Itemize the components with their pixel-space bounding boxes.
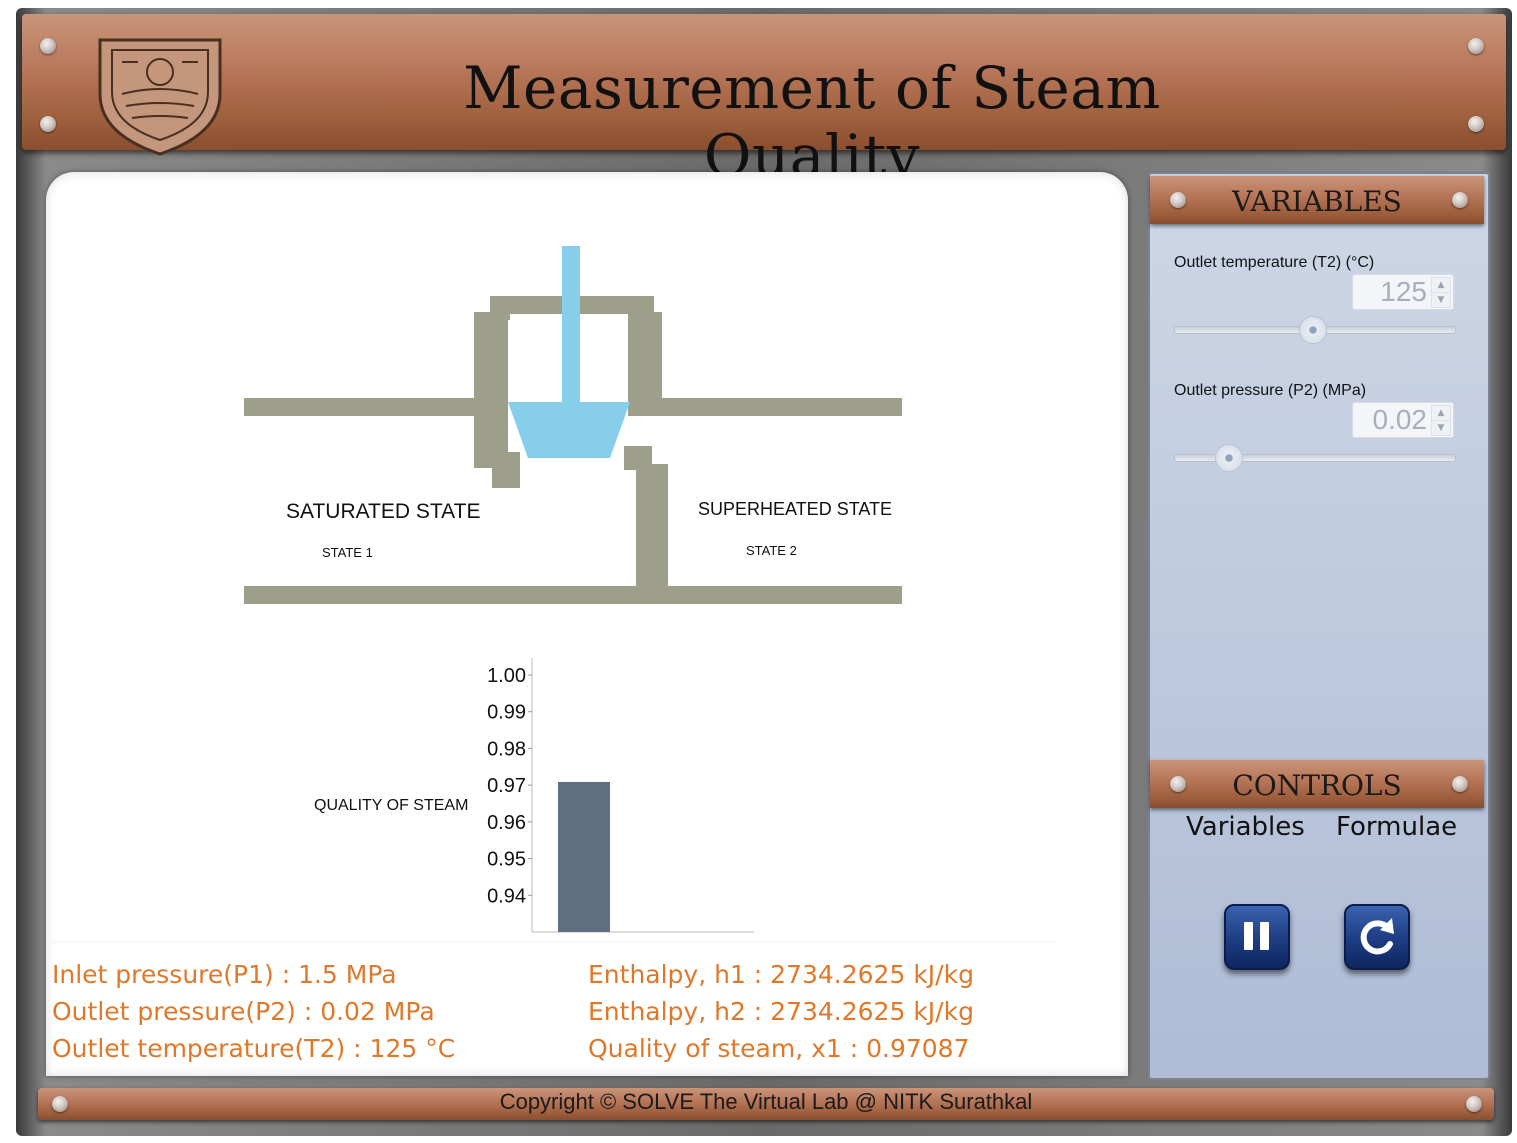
left-state-sub: STATE 1 xyxy=(322,545,373,560)
bolt-icon xyxy=(40,38,56,54)
quality-chart: QUALITY OF STEAM 1.00 0.99 0.98 0.97 0.96 0.9… xyxy=(314,658,754,933)
valve-partition xyxy=(636,464,668,594)
bolt-icon xyxy=(1452,776,1468,792)
chart-tick-label: 0.94 xyxy=(487,885,526,907)
throttling-diagram: SATURATED STATE STATE 1 SUPERHEATED STAT… xyxy=(52,246,1056,943)
controls-title: CONTROLS xyxy=(1232,769,1402,802)
valve-right-wall xyxy=(628,312,662,416)
outlet-pipe-top xyxy=(628,398,902,416)
reset-icon xyxy=(1360,918,1394,955)
header-bar: Measurement of Steam Quality xyxy=(22,14,1506,190)
right-state-title: SUPERHEATED STATE xyxy=(698,499,892,519)
p2-slider[interactable] xyxy=(1174,444,1456,472)
chart-tick-label: 1.00 xyxy=(487,665,526,687)
chart-tick-label: 0.99 xyxy=(487,702,526,724)
copyright-text: Copyright © SOLVE The Virtual Lab @ NITK… xyxy=(499,1089,1033,1114)
enthalpy-h1-readout: Enthalpy, h1 : 2734.2625 kJ/kg xyxy=(588,960,974,989)
right-state-sub: STATE 2 xyxy=(746,543,797,558)
t2-value: 125 xyxy=(1380,276,1427,307)
inlet-pipe-top xyxy=(244,398,508,416)
bolt-icon xyxy=(1170,192,1186,208)
valve-stem xyxy=(562,246,580,406)
tab-variables[interactable]: Variables xyxy=(1186,812,1305,842)
steam-quality-readout: Quality of steam, x1 : 0.97087 xyxy=(588,1034,970,1063)
chart-tick-label: 0.98 xyxy=(487,738,526,760)
valve-left-corner xyxy=(490,296,510,320)
variables-header: VARIABLES xyxy=(1150,176,1484,224)
left-state-title: SATURATED STATE xyxy=(286,500,480,523)
outlet-pressure-readout: Outlet pressure(P2) : 0.02 MPa xyxy=(52,997,435,1026)
bolt-icon xyxy=(1466,1096,1482,1112)
bottom-pipe xyxy=(244,586,902,604)
p2-stepper[interactable]: 0.02 ▲ ▼ xyxy=(1352,402,1454,438)
pause-icon xyxy=(1244,922,1269,950)
chart-bar-quality xyxy=(558,781,610,932)
p2-slider-handle[interactable] xyxy=(1215,444,1244,472)
p2-value: 0.02 xyxy=(1372,404,1428,435)
pause-button[interactable] xyxy=(1224,904,1290,970)
p2-decrement-button[interactable]: ▼ xyxy=(1431,420,1451,436)
bolt-icon xyxy=(40,116,56,132)
valve-left-foot xyxy=(492,452,520,488)
enthalpy-h2-readout: Enthalpy, h2 : 2734.2625 kJ/kg xyxy=(588,997,974,1026)
side-panel: VARIABLES Outlet temperature (T2) (°C) 1… xyxy=(1148,172,1490,1080)
t2-decrement-button[interactable]: ▼ xyxy=(1431,292,1451,308)
t2-increment-button[interactable]: ▲ xyxy=(1431,277,1451,293)
t2-slider-handle[interactable] xyxy=(1299,316,1328,344)
controls-header: CONTROLS xyxy=(1150,760,1484,808)
tab-formulae[interactable]: Formulae xyxy=(1336,812,1457,842)
readouts-right: Enthalpy, h1 : 2734.2625 kJ/kg Enthalpy,… xyxy=(588,956,974,1067)
t2-label: Outlet temperature (T2) (°C) xyxy=(1174,254,1375,271)
valve-left-wall xyxy=(474,312,508,468)
footer-bar: Copyright © SOLVE The Virtual Lab @ NITK… xyxy=(38,1088,1494,1120)
chart-tick-label: 0.97 xyxy=(487,775,526,797)
bolt-icon xyxy=(1452,192,1468,208)
valve-plug xyxy=(508,402,630,458)
chart-tick-label: 0.95 xyxy=(487,849,526,871)
t2-stepper[interactable]: 125 ▲ ▼ xyxy=(1352,274,1454,310)
variables-title: VARIABLES xyxy=(1232,185,1402,218)
simulation-screen: SATURATED STATE STATE 1 SUPERHEATED STAT… xyxy=(46,172,1128,1076)
valve-right-corner xyxy=(636,296,654,320)
bolt-icon xyxy=(1468,38,1484,54)
p2-increment-button[interactable]: ▲ xyxy=(1431,405,1451,421)
t2-slider[interactable] xyxy=(1174,316,1456,344)
reset-button[interactable] xyxy=(1344,904,1410,970)
inlet-pressure-readout: Inlet pressure(P1) : 1.5 MPa xyxy=(52,960,397,989)
institute-logo xyxy=(98,38,222,156)
chart-ylabel: QUALITY OF STEAM xyxy=(314,797,468,814)
bolt-icon xyxy=(1170,776,1186,792)
readouts-left: Inlet pressure(P1) : 1.5 MPa Outlet pres… xyxy=(52,956,455,1067)
outlet-temperature-readout: Outlet temperature(T2) : 125 °C xyxy=(52,1034,456,1063)
page-title: Measurement of Steam Quality xyxy=(463,54,1161,190)
bolt-icon xyxy=(1468,116,1484,132)
p2-label: Outlet pressure (P2) (MPa) xyxy=(1174,382,1367,399)
chart-tick-label: 0.96 xyxy=(487,812,526,834)
